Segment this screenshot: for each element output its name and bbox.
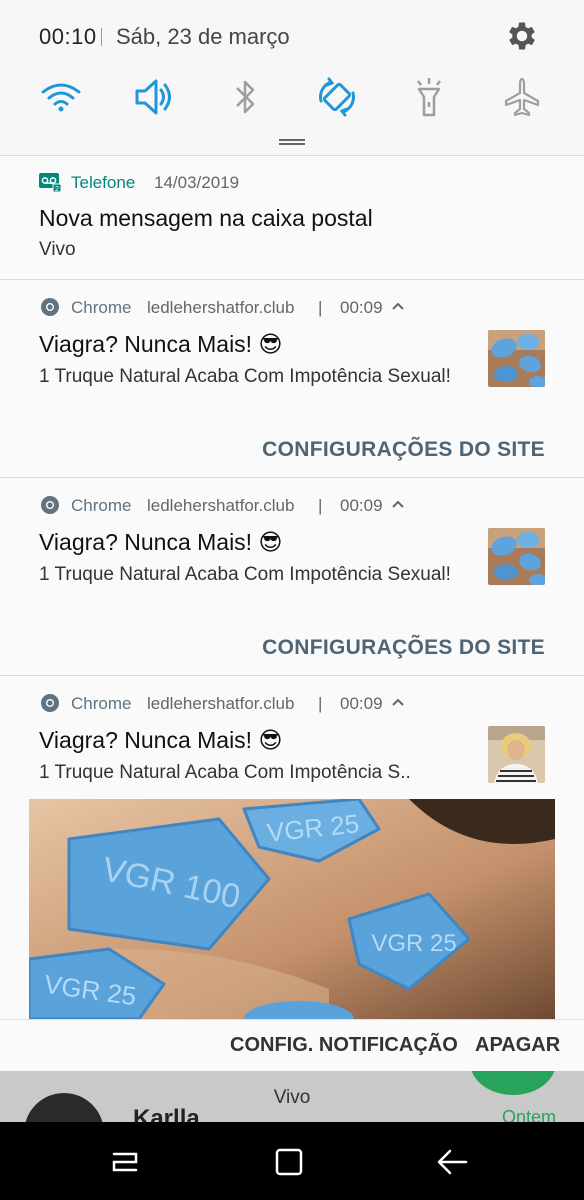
notification-body: Vivo — [39, 239, 76, 260]
clock: 00:10 — [39, 24, 97, 49]
notification-date: 14/03/2019 — [154, 173, 240, 192]
site-domain: ledlehershatfor.club — [147, 496, 295, 515]
site-settings-button[interactable]: CONFIGURAÇÕES DO SITE — [262, 636, 545, 660]
auto-rotate-icon[interactable] — [315, 75, 359, 119]
status-divider — [101, 28, 102, 46]
panel-drag-handle[interactable] — [279, 139, 305, 141]
notification-time: 00:09 — [340, 496, 383, 515]
notification-time: 00:09 — [340, 694, 383, 713]
voicemail-notification[interactable]: 2 Telefone 14/03/2019 Nova mensagem na c… — [0, 155, 584, 279]
back-icon[interactable] — [432, 1142, 472, 1182]
panel-drag-handle-line — [279, 143, 305, 145]
flashlight-icon[interactable] — [407, 75, 451, 119]
notification-action-bar: CONFIG. NOTIFICAÇÃO APAGAR — [0, 1019, 584, 1071]
wifi-icon[interactable] — [39, 75, 83, 119]
status-row: 00:10 Sáb, 23 de março — [0, 0, 584, 75]
chrome-icon — [41, 298, 59, 316]
site-domain: ledlehershatfor.club — [147, 298, 295, 317]
quick-panel: 00:10 Sáb, 23 de março — [0, 0, 584, 155]
meta-divider: | — [318, 694, 323, 713]
chevron-up-icon[interactable] — [391, 300, 405, 314]
meta-divider: | — [318, 496, 323, 515]
gear-icon[interactable] — [504, 18, 540, 54]
notification-body: 1 Truque Natural Acaba Com Impotência S.… — [39, 762, 411, 783]
recent-apps-icon[interactable] — [106, 1142, 146, 1182]
notification-title: Viagra? Nunca Mais! 😎 — [39, 331, 283, 357]
app-name: Chrome — [71, 496, 132, 515]
notification-title: Nova mensagem na caixa postal — [39, 205, 373, 231]
app-name: Chrome — [71, 298, 132, 317]
notification-body: 1 Truque Natural Acaba Com Impotência Se… — [39, 564, 451, 585]
carrier-label: Vivo — [273, 1087, 311, 1108]
chrome-icon — [41, 496, 59, 514]
meta-divider: | — [318, 298, 323, 317]
pill-label: VGR 25 — [371, 930, 456, 957]
background-app: Karlla Vivo Ontem — [0, 1071, 584, 1122]
pills-thumbnail — [488, 330, 545, 387]
bluetooth-icon[interactable] — [223, 75, 267, 119]
pills-banner-image: VGR 100 VGR 25 VGR 25 VGR 25 — [29, 799, 555, 1019]
notification-body: 1 Truque Natural Acaba Com Impotência Se… — [39, 366, 451, 387]
airplane-mode-icon[interactable] — [500, 75, 544, 119]
message-time: Ontem — [502, 1107, 557, 1122]
site-domain: ledlehershatfor.club — [147, 694, 295, 713]
app-name: Chrome — [71, 694, 132, 713]
notification-title: Viagra? Nunca Mais! 😎 — [39, 727, 283, 753]
notification-title: Viagra? Nunca Mais! 😎 — [39, 529, 283, 555]
quick-settings-row — [0, 75, 584, 125]
chevron-up-icon[interactable] — [391, 696, 405, 710]
site-settings-button[interactable]: CONFIGURAÇÕES DO SITE — [262, 438, 545, 462]
chevron-up-icon[interactable] — [391, 498, 405, 512]
notification-time: 00:09 — [340, 298, 383, 317]
navigation-bar — [0, 1122, 584, 1200]
chrome-notification[interactable]: Chrome ledlehershatfor.club | 00:09 Viag… — [0, 477, 584, 675]
voicemail-icon: 2 — [39, 173, 61, 193]
home-icon[interactable] — [269, 1142, 309, 1182]
app-name: Telefone — [71, 173, 136, 192]
sound-icon[interactable] — [132, 75, 176, 119]
woman-photo-thumbnail — [488, 726, 545, 783]
chrome-notification[interactable]: Chrome ledlehershatfor.club | 00:09 Viag… — [0, 279, 584, 477]
pills-thumbnail — [488, 528, 545, 585]
clear-all-button[interactable]: APAGAR — [475, 1034, 560, 1057]
svg-text:2: 2 — [55, 186, 59, 193]
notification-settings-button[interactable]: CONFIG. NOTIFICAÇÃO — [230, 1034, 458, 1057]
chrome-icon — [41, 694, 59, 712]
date-label[interactable]: Sáb, 23 de março — [116, 24, 290, 50]
